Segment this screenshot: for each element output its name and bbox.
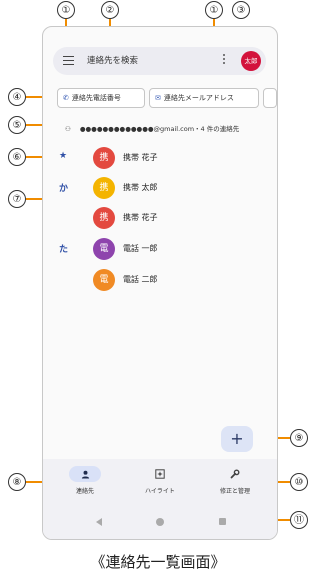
contact-avatar: 携 <box>93 147 115 169</box>
search-input[interactable]: 連絡先を検索 <box>87 54 138 66</box>
account-text: ●●●●●●●●●●●●●@gmail.com・4 件の連絡先 <box>79 125 240 133</box>
menu-icon[interactable] <box>63 56 74 66</box>
callout-3: ③ <box>232 1 250 19</box>
contact-name: 携帯 花子 <box>123 213 158 222</box>
system-navigation-bar <box>43 509 277 539</box>
add-contact-button[interactable]: + <box>221 426 253 452</box>
chip-more[interactable] <box>263 88 277 108</box>
callout-1b: ① <box>205 1 223 19</box>
search-bar[interactable]: 連絡先を検索 太郎 <box>53 47 266 75</box>
contact-avatar: 電 <box>93 238 115 260</box>
nav-contacts[interactable]: 連絡先 <box>50 466 120 495</box>
callout-9: ⑨ <box>290 429 308 447</box>
callout-4: ④ <box>8 88 26 106</box>
section-letter: か <box>59 184 69 194</box>
contact-avatar: 携 <box>93 177 115 199</box>
contact-avatar: 携 <box>93 207 115 229</box>
contact-avatar: 電 <box>93 269 115 291</box>
nav-highlights[interactable]: ハイライト <box>125 466 195 495</box>
more-options-icon[interactable] <box>223 54 227 66</box>
recents-icon[interactable] <box>219 518 226 525</box>
contact-row[interactable]: か 携 携帯 太郎 <box>43 177 277 199</box>
figure-caption: 《連絡先一覧画面》 <box>90 553 226 571</box>
contact-row[interactable]: ★ 携 携帯 花子 <box>43 147 277 169</box>
contact-name: 携帯 太郎 <box>123 183 158 192</box>
highlight-icon <box>144 466 176 482</box>
callout-10: ⑩ <box>290 473 308 491</box>
chip-label: 連絡先メールアドレス <box>163 94 234 102</box>
callout-6: ⑥ <box>8 148 26 166</box>
account-info: ⚇ ●●●●●●●●●●●●●@gmail.com・4 件の連絡先 <box>65 123 239 133</box>
callout-5: ⑤ <box>8 116 26 134</box>
callout-8: ⑧ <box>8 473 26 491</box>
nav-fix-manage[interactable]: 修正と管理 <box>200 466 270 495</box>
home-icon[interactable] <box>156 518 164 526</box>
person-outline-icon: ⚇ <box>65 125 71 133</box>
contact-row[interactable]: 電 電話 二郎 <box>43 269 277 291</box>
callout-11: ⑪ <box>290 511 308 529</box>
phone-icon: ✆ <box>63 94 69 102</box>
contact-row[interactable]: 携 携帯 花子 <box>43 207 277 229</box>
back-icon[interactable] <box>96 518 102 526</box>
nav-label: 連絡先 <box>75 488 94 495</box>
person-icon <box>69 466 101 482</box>
contact-row[interactable]: た 電 電話 一郎 <box>43 238 277 260</box>
mail-icon: ✉ <box>155 94 161 102</box>
contact-name: 携帯 花子 <box>123 153 158 162</box>
filter-chips: ✆ 連絡先電話番号 ✉ 連絡先メールアドレス <box>57 88 277 108</box>
section-letter: た <box>59 245 69 255</box>
account-avatar[interactable]: 太郎 <box>241 51 261 71</box>
callout-7: ⑦ <box>8 190 26 208</box>
section-letter: ★ <box>59 151 68 161</box>
nav-label: 修正と管理 <box>219 488 250 495</box>
bottom-navigation: 連絡先 ハイライト 修正と管理 <box>43 459 277 509</box>
chip-label: 連絡先電話番号 <box>71 94 121 102</box>
wrench-icon <box>219 466 251 482</box>
contact-name: 電話 一郎 <box>123 244 158 253</box>
chip-email-address[interactable]: ✉ 連絡先メールアドレス <box>149 88 259 108</box>
callout-1a: ① <box>57 1 75 19</box>
phone-screen: 連絡先を検索 太郎 ✆ 連絡先電話番号 ✉ 連絡先メールアドレス ⚇ ●●●●●●●●… <box>42 26 278 540</box>
nav-label: ハイライト <box>145 488 175 495</box>
contact-name: 電話 二郎 <box>123 275 158 284</box>
callout-2: ② <box>101 1 119 19</box>
chip-phone-number[interactable]: ✆ 連絡先電話番号 <box>57 88 145 108</box>
